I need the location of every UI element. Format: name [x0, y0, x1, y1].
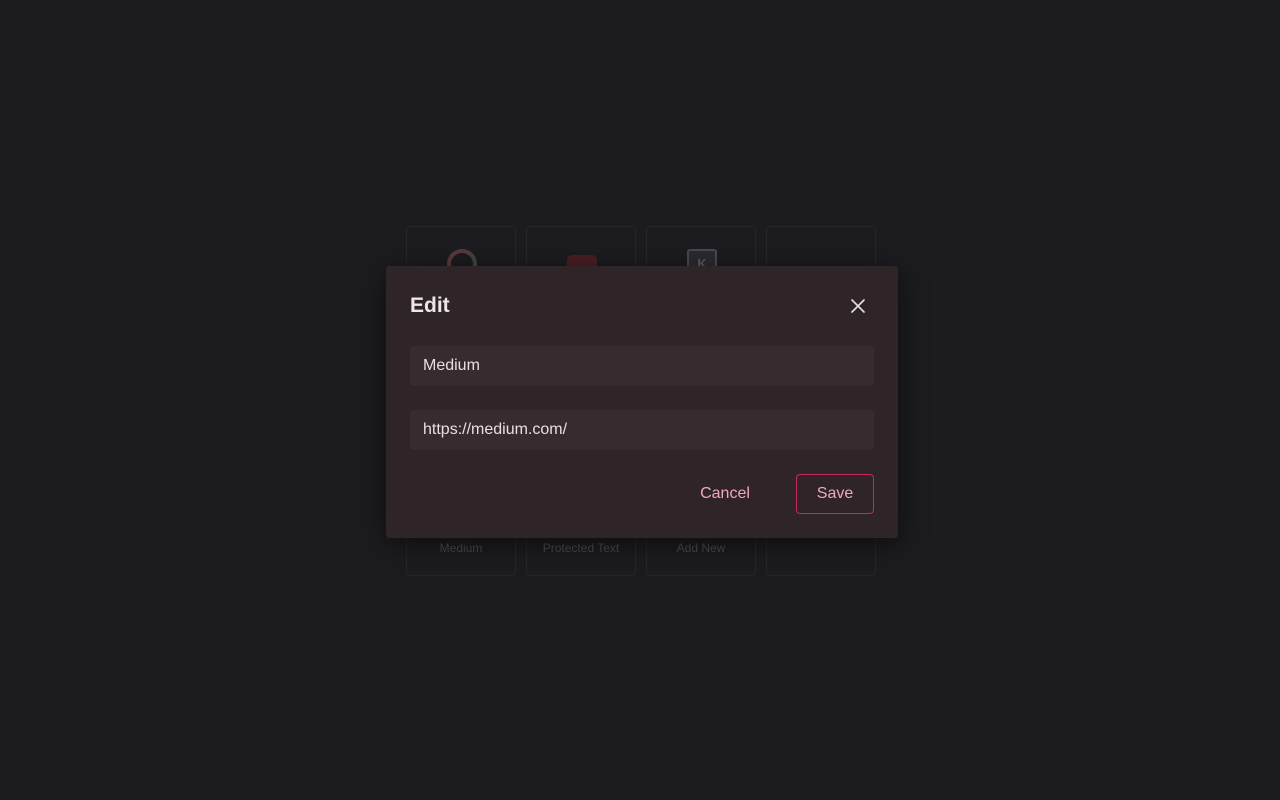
url-input[interactable]	[410, 410, 874, 450]
dialog-title: Edit	[410, 294, 450, 317]
shortcut-label: Protected Text	[542, 541, 620, 555]
edit-dialog: Edit Cancel Save	[386, 266, 898, 538]
name-input[interactable]	[410, 346, 874, 386]
save-button[interactable]: Save	[796, 474, 874, 514]
close-icon	[851, 299, 865, 313]
new-tab-page: Medium Protected Text K Add New Edit Can…	[0, 0, 1280, 800]
cancel-button[interactable]: Cancel	[686, 474, 764, 514]
shortcut-label: Medium	[439, 541, 483, 555]
close-button[interactable]	[846, 294, 870, 318]
shortcut-label: Add New	[676, 541, 726, 555]
